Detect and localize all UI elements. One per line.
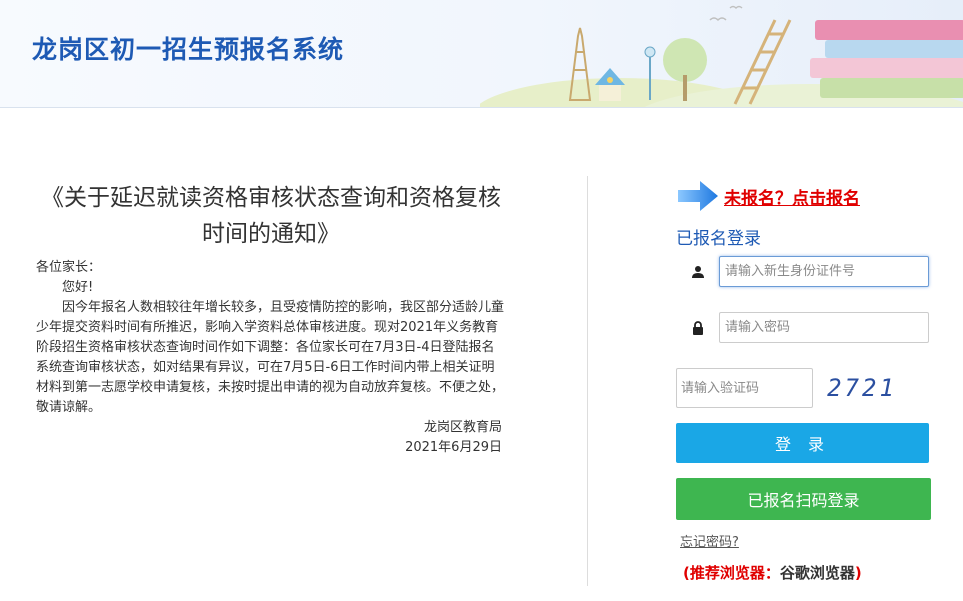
login-button[interactable]: 登 录 (676, 423, 929, 463)
notice-signer: 龙岗区教育局 (423, 420, 502, 435)
register-link[interactable]: 未报名？点击报名 (724, 184, 860, 209)
id-field-row (676, 256, 929, 287)
register-row: 未报名？点击报名 (676, 178, 860, 214)
password-input[interactable] (719, 312, 929, 343)
password-field-row (676, 312, 929, 343)
browser-tip-suffix: ) (854, 564, 862, 582)
notice-body: 各位家长： 您好! 因今年报名人数相较往年增长较多，且受疫情防控的影响，我区部分… (36, 258, 506, 458)
notice-date: 2021年6月29日 (405, 440, 502, 455)
scan-login-button[interactable]: 已报名扫码登录 (676, 478, 931, 520)
browser-tip-prefix: (推荐浏览器： (683, 564, 780, 582)
notice-hello: 您好! (62, 280, 94, 295)
forgot-password-link[interactable]: 忘记密码? (680, 531, 739, 550)
notice-greeting: 各位家长： (36, 260, 102, 275)
banner-illustration (480, 5, 963, 107)
notice-panel: 《关于延迟就读资格审核状态查询和资格复核时间的通知》 各位家长： 您好! 因今年… (36, 180, 506, 458)
column-divider (587, 176, 588, 586)
notice-title: 《关于延迟就读资格审核状态查询和资格复核时间的通知》 (41, 185, 501, 247)
header-banner: 龙岗区初一招生预报名系统 (0, 0, 963, 108)
captcha-image[interactable]: 2721 (826, 370, 898, 406)
user-icon (676, 257, 719, 287)
notice-paragraph: 因今年报名人数相较往年增长较多，且受疫情防控的影响，我区部分适龄儿童少年提交资料… (36, 300, 505, 415)
login-section-label: 已报名登录 (676, 229, 761, 249)
browser-name: 谷歌浏览器 (779, 564, 855, 582)
arrow-right-icon (678, 181, 718, 211)
captcha-input[interactable] (676, 368, 813, 408)
lock-icon (676, 313, 719, 343)
site-title: 龙岗区初一招生预报名系统 (32, 35, 345, 64)
id-number-input[interactable] (719, 256, 929, 287)
browser-recommendation: (推荐浏览器：谷歌浏览器) (683, 562, 862, 583)
